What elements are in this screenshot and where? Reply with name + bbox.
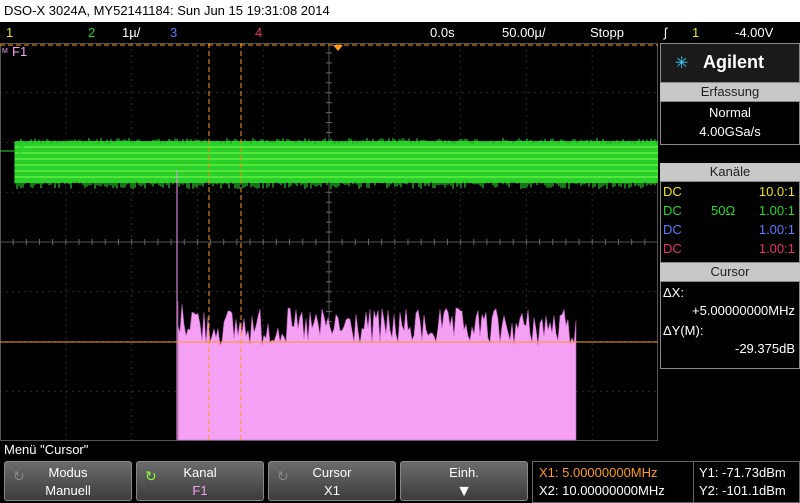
softkey-cursor-value: X1	[324, 483, 340, 498]
channel-coupling: DC	[663, 203, 682, 218]
f1-spectrum-trace	[176, 171, 577, 441]
math-marker: F1	[12, 44, 27, 59]
softkey-mode-label: Modus	[48, 465, 88, 480]
trigger-source: 1	[692, 25, 700, 40]
run-state: Stopp	[590, 25, 624, 40]
channels-header[interactable]: Kanäle	[660, 163, 800, 181]
arrow-down-icon: ▼	[456, 483, 472, 500]
channels-box: DC 10.0:1 DC 50Ω 1.00:1 DC 1.00:1 DC 1.00:1	[660, 181, 800, 263]
ch1-indicator[interactable]: 1	[6, 22, 13, 43]
sample-rate: 4.00GSa/s	[699, 124, 761, 139]
delta-x-label: ΔX:	[663, 285, 684, 300]
readout-divider	[693, 462, 694, 502]
cursor-readout: X1: 5.00000000MHz X2: 10.00000000MHz Y1:…	[532, 461, 800, 503]
ch3-scale: 1µ/	[122, 25, 141, 40]
delta-y-value: -29.375dB	[735, 341, 795, 356]
probe-ratio: 1.00:1	[758, 203, 795, 218]
acquisition-box: Normal 4.00GSa/s	[660, 101, 800, 145]
probe-ratio: 1.00:1	[758, 241, 795, 256]
x1-readout: X1: 5.00000000MHz	[539, 465, 658, 480]
brand-box: ✳ Agilent	[660, 43, 800, 83]
ch2-indicator[interactable]: 2	[88, 22, 95, 43]
trigger-position-marker	[333, 45, 343, 51]
delta-x-value: +5.00000000MHz	[692, 303, 795, 318]
ch4-indicator[interactable]: 4	[255, 22, 262, 43]
delta-y-label: ΔY(M):	[663, 323, 704, 338]
math-scale-icon: M	[2, 48, 8, 55]
softkey-channel-value: F1	[192, 483, 208, 498]
channel-coupling: DC	[663, 222, 682, 237]
probe-ratio: 1.00:1	[758, 222, 795, 237]
acquisition-mode: Normal	[709, 105, 751, 120]
softkey-mode[interactable]: ↻ Modus Manuell	[4, 461, 132, 501]
waveform-display[interactable]: F1 M 2	[0, 43, 658, 441]
window-title: DSO-X 3024A, MY52141184: Sun Jun 15 19:3…	[0, 0, 800, 22]
channel-status-bar: 1 2 1µ/ 3 4 0.0s 50.00µ/ Stopp ʃ 1 -4.00…	[0, 22, 800, 43]
channel-impedance: 50Ω	[711, 203, 736, 218]
trigger-edge-icon: ʃ	[664, 25, 667, 40]
ch2-trace	[0, 138, 658, 189]
softkey-channel-label: Kanal	[183, 465, 217, 480]
agilent-logo-icon: ✳	[675, 55, 689, 72]
trigger-level: -4.00V	[735, 25, 774, 40]
info-panel: ✳ Agilent Erfassung Normal 4.00GSa/s Kan…	[660, 43, 800, 441]
ch3-indicator[interactable]: 3	[170, 22, 177, 43]
softkey-channel[interactable]: ↻ Kanal F1	[136, 461, 264, 501]
cursor-header[interactable]: Cursor	[660, 263, 800, 281]
probe-ratio: 10.0:1	[758, 184, 795, 199]
y2-readout: Y2: -101.1dBm	[699, 483, 786, 498]
cursor-box: ΔX: +5.00000000MHz ΔY(M): -29.375dB	[660, 281, 800, 369]
softkey-cursor[interactable]: ↻ Cursor X1	[268, 461, 396, 501]
acquisition-header[interactable]: Erfassung	[660, 83, 800, 101]
timebase-scale: 50.00µ/	[502, 25, 546, 40]
softkey-mode-value: Manuell	[45, 483, 91, 498]
f1-spectrum-fill	[177, 301, 577, 441]
channel-coupling: DC	[663, 241, 682, 256]
ch2-marker: 2	[18, 143, 25, 158]
brand-name: Agilent	[703, 52, 764, 72]
channel-coupling: DC	[663, 184, 682, 199]
softkey-units[interactable]: Einh. ▼	[400, 461, 528, 501]
softkey-cursor-label: Cursor	[312, 465, 352, 480]
trigger-delay: 0.0s	[430, 25, 455, 40]
y1-readout: Y1: -71.73dBm	[699, 465, 786, 480]
x2-readout: X2: 10.00000000MHz	[539, 483, 665, 498]
softkey-units-label: Einh.	[449, 465, 479, 480]
menu-title: Menü "Cursor"	[4, 442, 89, 457]
